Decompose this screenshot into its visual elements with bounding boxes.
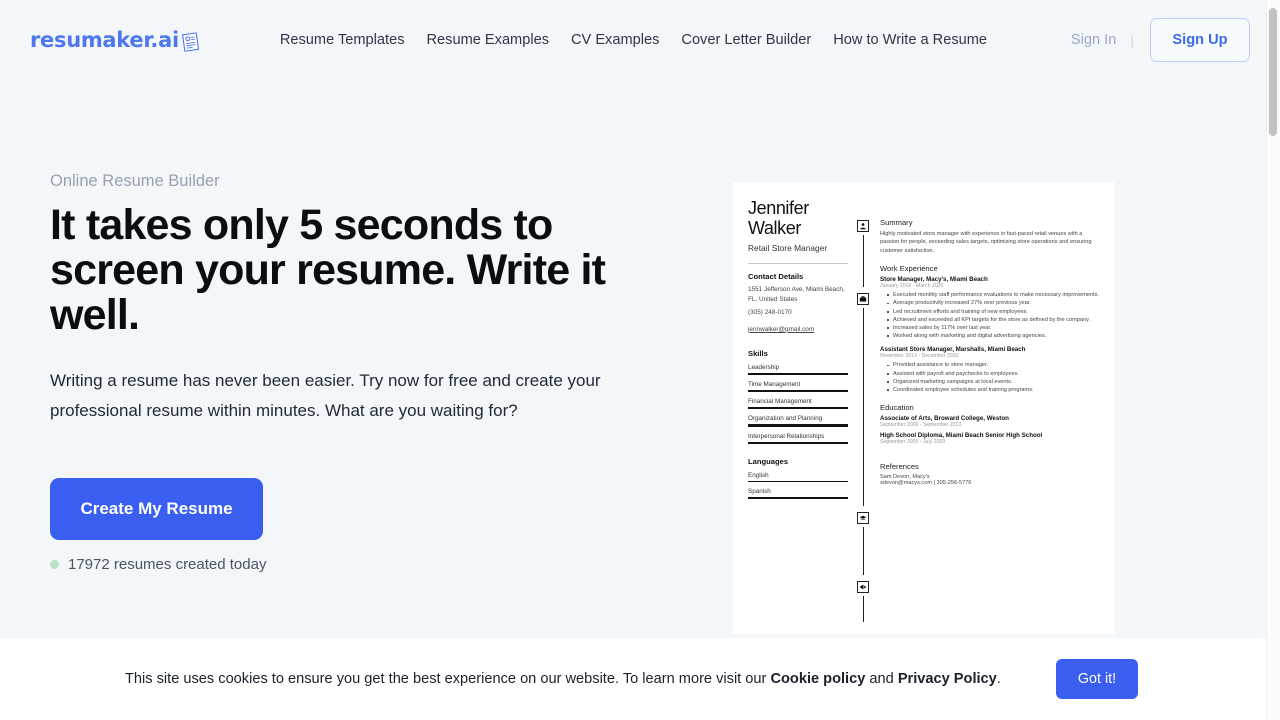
- job-dates: January 2016 - March 2020: [880, 283, 944, 290]
- job-title: Store Manager, Macy's, Miami Beach: [880, 276, 988, 284]
- header-actions: Sign In | Sign Up: [1071, 18, 1250, 62]
- education-dates: September 2005 - July 2009: [880, 439, 946, 446]
- page-scrollbar[interactable]: [1266, 0, 1280, 720]
- language-bar: [748, 497, 848, 499]
- skills-heading: Skills: [748, 348, 768, 358]
- language-bar: [748, 480, 848, 483]
- sign-in-link[interactable]: Sign In: [1071, 32, 1116, 48]
- resume-counter: 17972 resumes created today: [50, 556, 670, 573]
- divider: [748, 263, 848, 264]
- resume-right-column: Summary Highly motivated store manager w…: [878, 198, 1100, 634]
- contact-email: jennwalker@gmail.com: [748, 325, 815, 333]
- education-title: High School Diploma, Miami Beach Senior …: [880, 432, 1043, 440]
- contact-address: 1551 Jefferson Ave, Miami Beach, FL, Uni…: [748, 286, 845, 303]
- skill-item: Time Management: [748, 380, 801, 388]
- resume-document-icon: [180, 31, 202, 53]
- resume-name: Jennifer Walker: [748, 198, 809, 238]
- list-item: Achieved and exceeded all KPI targets fo…: [887, 316, 1100, 324]
- job-entry: Store Manager, Macy's, Miami Beach Janua…: [880, 276, 1100, 340]
- megaphone-icon: [857, 581, 869, 593]
- skill-bar: [748, 389, 848, 393]
- main-navigation: Resume Templates Resume Examples CV Exam…: [280, 32, 987, 48]
- education-entry: High School Diploma, Miami Beach Senior …: [880, 432, 1100, 445]
- list-item: Worked along with marketing and digital …: [887, 332, 1100, 340]
- job-title: Assistant Store Manager, Marshalls, Miam…: [880, 346, 1026, 354]
- contact-phone: (305) 248-0170: [748, 309, 792, 317]
- nav-item-resume-templates[interactable]: Resume Templates: [280, 32, 405, 48]
- list-item: Organized marketing campaigns at local e…: [887, 378, 1100, 386]
- skill-bar: [748, 424, 848, 427]
- resume-counter-text: 17972 resumes created today: [68, 556, 267, 573]
- list-item: Provided assistance to store manager.: [887, 361, 1100, 369]
- resume-preview-card[interactable]: Jennifer Walker Retail Store Manager Con…: [733, 182, 1114, 634]
- cookie-policy-link[interactable]: Cookie policy: [770, 671, 865, 687]
- briefcase-icon: [857, 293, 869, 305]
- page-title: It takes only 5 seconds to screen your r…: [50, 201, 606, 339]
- list-item: Average productivity increased 27% over …: [887, 299, 1100, 307]
- cookie-banner-text: This site uses cookies to ensure you get…: [125, 667, 1030, 691]
- hero-subtext: Writing a resume has never been easier. …: [50, 371, 601, 420]
- education-dates: September 2009 - September 2013: [880, 422, 962, 429]
- privacy-policy-link[interactable]: Privacy Policy: [898, 671, 997, 687]
- status-dot-icon: [50, 560, 59, 569]
- work-experience-heading: Work Experience: [880, 264, 938, 274]
- person-icon: [857, 220, 869, 232]
- references-heading: References: [880, 462, 919, 472]
- landing-page: resumaker.ai Resume Templates Resume Exa…: [0, 0, 1280, 720]
- site-header: resumaker.ai Resume Templates Resume Exa…: [0, 0, 1266, 80]
- contact-heading: Contact Details: [748, 272, 804, 281]
- nav-item-cv-examples[interactable]: CV Examples: [571, 32, 659, 48]
- nav-item-how-to-write-a-resume[interactable]: How to Write a Resume: [833, 32, 987, 48]
- list-item: Assisted with payroll and paychecks to e…: [887, 370, 1100, 378]
- hero-section: Online Resume Builder It takes only 5 se…: [50, 172, 670, 573]
- list-item: Led recruitment efforts and training of …: [887, 308, 1100, 316]
- sign-up-button[interactable]: Sign Up: [1150, 18, 1250, 62]
- cookie-text-part1: This site uses cookies to ensure you get…: [125, 671, 771, 687]
- summary-heading: Summary: [880, 218, 913, 227]
- education-title: Associate of Arts, Broward College, West…: [880, 415, 1009, 423]
- cookie-banner: This site uses cookies to ensure you get…: [0, 638, 1280, 720]
- list-item: Executed monthly staff performance evalu…: [887, 291, 1100, 299]
- list-item: Increased sales by 117% over last year.: [887, 324, 1100, 332]
- education-heading: Education: [880, 403, 914, 413]
- accept-cookies-button[interactable]: Got it!: [1056, 659, 1138, 699]
- resume-icon-column: [848, 198, 878, 634]
- skill-item: Leadership: [748, 363, 780, 371]
- skill-item: Organization and Planning: [748, 415, 823, 423]
- nav-item-cover-letter-builder[interactable]: Cover Letter Builder: [681, 32, 811, 48]
- list-item: Coordinated employee schedules and train…: [887, 386, 1100, 394]
- graduation-icon: [857, 512, 869, 524]
- header-divider: |: [1130, 32, 1134, 48]
- skill-item: Financial Management: [748, 398, 812, 406]
- resume-left-column: Jennifer Walker Retail Store Manager Con…: [748, 198, 848, 634]
- logo-text: resumaker.ai: [30, 28, 179, 52]
- summary-text: Highly motivated store manager with expe…: [880, 231, 1092, 254]
- language-item: Spanish: [748, 488, 771, 496]
- reference-contact: sdevon@macys.com | 305-256-5776: [880, 480, 972, 487]
- resume-job-title: Retail Store Manager: [748, 243, 828, 253]
- cookie-text-part2: and: [865, 671, 898, 687]
- skill-bar: [748, 372, 848, 375]
- nav-item-resume-examples[interactable]: Resume Examples: [427, 32, 549, 48]
- logo[interactable]: resumaker.ai: [30, 28, 202, 52]
- job-bullets: Provided assistance to store manager. As…: [887, 361, 1100, 394]
- education-entry: Associate of Arts, Broward College, West…: [880, 415, 1100, 428]
- job-bullets: Executed monthly staff performance evalu…: [887, 291, 1100, 340]
- job-dates: November 2013 - December 2020: [880, 353, 959, 360]
- skill-bar: [748, 407, 848, 410]
- skill-item: Interpersonal Relationships: [748, 432, 825, 440]
- language-item: English: [748, 471, 769, 479]
- scrollbar-thumb[interactable]: [1269, 8, 1277, 136]
- languages-heading: Languages: [748, 456, 789, 466]
- create-my-resume-button[interactable]: Create My Resume: [50, 478, 263, 540]
- hero-eyebrow: Online Resume Builder: [50, 172, 220, 190]
- job-entry: Assistant Store Manager, Marshalls, Miam…: [880, 346, 1100, 394]
- cookie-text-part3: .: [996, 671, 1001, 687]
